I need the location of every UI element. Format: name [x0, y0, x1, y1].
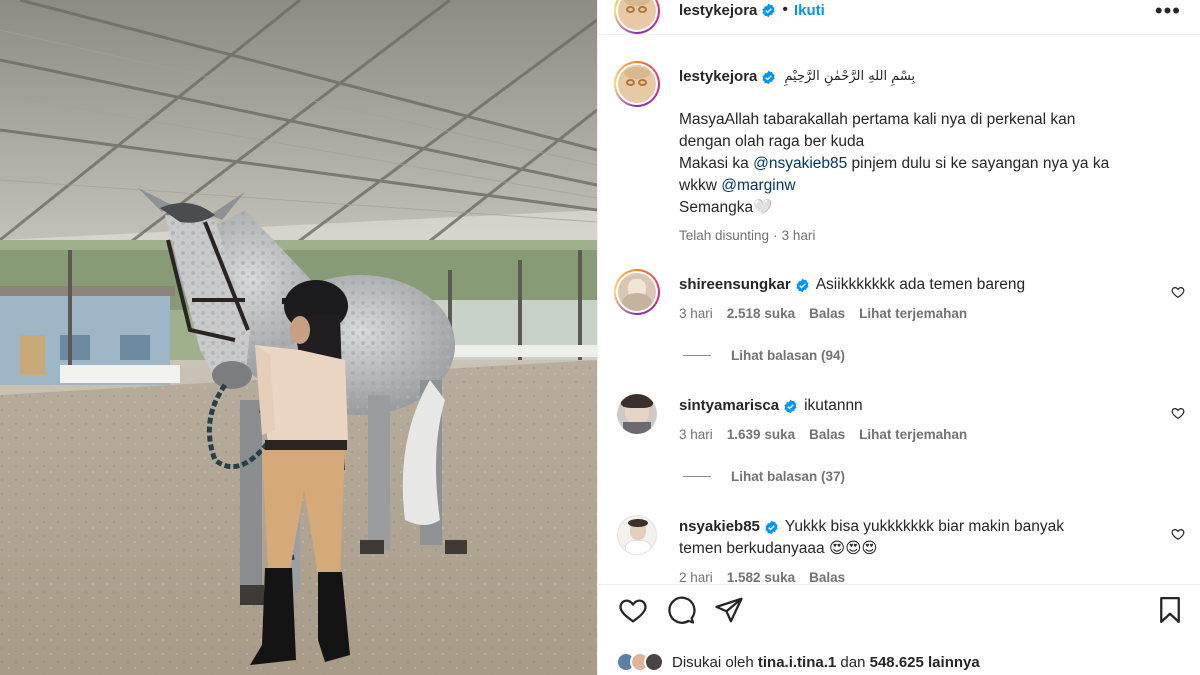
- comment-text: ikutannn: [804, 397, 863, 414]
- mention-link[interactable]: @marginw: [721, 177, 795, 194]
- reply-button[interactable]: Balas: [809, 570, 845, 584]
- view-replies-label[interactable]: Lihat balasan (37): [731, 469, 845, 484]
- mention-link[interactable]: @nsyakieb85: [753, 155, 847, 172]
- liked-by-text: Disukai oleh tina.i.tina.1 dan 548.625 l…: [672, 654, 980, 671]
- actions-divider: [598, 584, 1200, 585]
- liked-by-count[interactable]: 548.625 lainnya: [870, 654, 980, 671]
- liked-by-prefix: Disukai oleh: [672, 653, 758, 671]
- comment-1-meta: 3 hari 2.518 suka Balas Lihat terjemahan: [679, 306, 981, 321]
- like-comment-heart-icon[interactable]: [1171, 527, 1185, 541]
- comment-likes[interactable]: 2.518 suka: [727, 306, 795, 321]
- translate-button[interactable]: Lihat terjemahan: [859, 306, 967, 321]
- author-username[interactable]: lestykejora: [679, 2, 757, 19]
- caption-line-2: dengan olah raga ber kuda: [679, 133, 865, 150]
- like-comment-heart-icon[interactable]: [1171, 406, 1185, 420]
- replies-line: [683, 476, 711, 477]
- translate-button[interactable]: Lihat terjemahan: [859, 427, 967, 442]
- view-replies-button[interactable]: Lihat balasan (94): [683, 348, 845, 363]
- caption-header: lestykejora بِسْمِ اللهِ الرَّحْمٰنِ الر…: [679, 66, 915, 88]
- comment-3: nsyakieb85 Yukkk bisa yukkkkkkk biar mak…: [679, 516, 1064, 538]
- verified-badge-icon: [762, 3, 776, 17]
- caption-time[interactable]: 3 hari: [782, 228, 816, 243]
- post-photo[interactable]: [0, 0, 597, 675]
- reply-button[interactable]: Balas: [809, 427, 845, 442]
- view-replies-label[interactable]: Lihat balasan (94): [731, 348, 845, 363]
- comment-3-meta: 2 hari 1.582 suka Balas: [679, 570, 859, 584]
- comment-avatar[interactable]: [617, 515, 657, 555]
- follow-button[interactable]: Ikuti: [794, 2, 825, 19]
- comment-1: shireensungkar Asiikkkkkkk ada temen bar…: [679, 274, 1025, 296]
- more-horizontal-icon[interactable]: •••: [1155, 0, 1181, 24]
- horse-riding-photo: [0, 0, 597, 675]
- liked-by-middle: dan: [836, 653, 870, 671]
- comment-likes[interactable]: 1.639 suka: [727, 427, 795, 442]
- verified-badge-icon: [765, 520, 778, 534]
- liked-by-user[interactable]: tina.i.tina.1: [758, 654, 836, 671]
- caption-arabic: بِسْمِ اللهِ الرَّحْمٰنِ الرَّحِيْمِ: [784, 69, 916, 84]
- reply-button[interactable]: Balas: [809, 306, 845, 321]
- comment-username[interactable]: nsyakieb85: [679, 516, 760, 538]
- verified-badge-icon: [796, 278, 809, 292]
- caption-line-1: MasyaAllah tabarakallah pertama kali nya…: [679, 111, 1076, 128]
- caption-meta: Telah disunting · 3 hari: [679, 228, 816, 243]
- comment-time[interactable]: 2 hari: [679, 570, 713, 584]
- comment-username[interactable]: shireensungkar: [679, 274, 791, 296]
- view-replies-button[interactable]: Lihat balasan (37): [683, 469, 845, 484]
- edited-label: Telah disunting: [679, 228, 770, 243]
- comment-likes[interactable]: 1.582 suka: [727, 570, 795, 584]
- comment-icon[interactable]: [666, 595, 696, 625]
- post-header: lestykejora • Ikuti •••: [598, 0, 1200, 34]
- comments-list[interactable]: lestykejora بِسْمِ اللهِ الرَّحْمٰنِ الر…: [598, 34, 1200, 584]
- comment-2-meta: 3 hari 1.639 suka Balas Lihat terjemahan: [679, 427, 981, 442]
- comment-2: sintyamarisca ikutannn: [679, 395, 863, 417]
- caption-line-3-text: Makasi ka: [679, 155, 754, 172]
- bookmark-icon[interactable]: [1155, 595, 1185, 625]
- caption-line-5: Semangka🤍: [679, 199, 773, 216]
- like-comment-heart-icon[interactable]: [1171, 285, 1185, 299]
- liker-avatar[interactable]: [644, 652, 664, 672]
- share-icon[interactable]: [714, 595, 744, 625]
- comment-avatar[interactable]: [614, 269, 660, 315]
- caption-line-3: Makasi ka @nsyakieb85 pinjem dulu si ke …: [679, 153, 1109, 175]
- verified-badge-icon: [784, 399, 797, 413]
- comment-text: Yukkk bisa yukkkkkkk biar makin banyak: [784, 518, 1065, 535]
- heart-icon[interactable]: [618, 595, 648, 625]
- post-actions: [598, 595, 1200, 635]
- caption-line-3-rest: pinjem dulu si ke sayangan nya ya ka: [847, 155, 1110, 172]
- replies-line: [683, 355, 711, 356]
- separator-dot: •: [782, 1, 788, 18]
- comment-username[interactable]: sintyamarisca: [679, 395, 779, 417]
- comment-time[interactable]: 3 hari: [679, 306, 713, 321]
- author-avatar[interactable]: [614, 0, 660, 34]
- caption-line-4: wkkw @marginw: [679, 175, 796, 197]
- comment-avatar[interactable]: [617, 394, 657, 434]
- caption-username[interactable]: lestykejora: [679, 66, 757, 88]
- comment-time[interactable]: 3 hari: [679, 427, 713, 442]
- verified-badge-icon: [762, 70, 776, 84]
- liked-by: Disukai oleh tina.i.tina.1 dan 548.625 l…: [616, 650, 980, 674]
- caption-author-avatar[interactable]: [614, 61, 660, 107]
- caption-line-4-text: wkkw: [679, 177, 722, 194]
- post-side-panel: lestykejora • Ikuti ••• lestykejora بِسْ…: [597, 0, 1200, 675]
- comment-3-line-2: temen berkudanyaaa 😍😍😍: [679, 540, 878, 557]
- comment-text: Asiikkkkkkk ada temen bareng: [815, 276, 1026, 293]
